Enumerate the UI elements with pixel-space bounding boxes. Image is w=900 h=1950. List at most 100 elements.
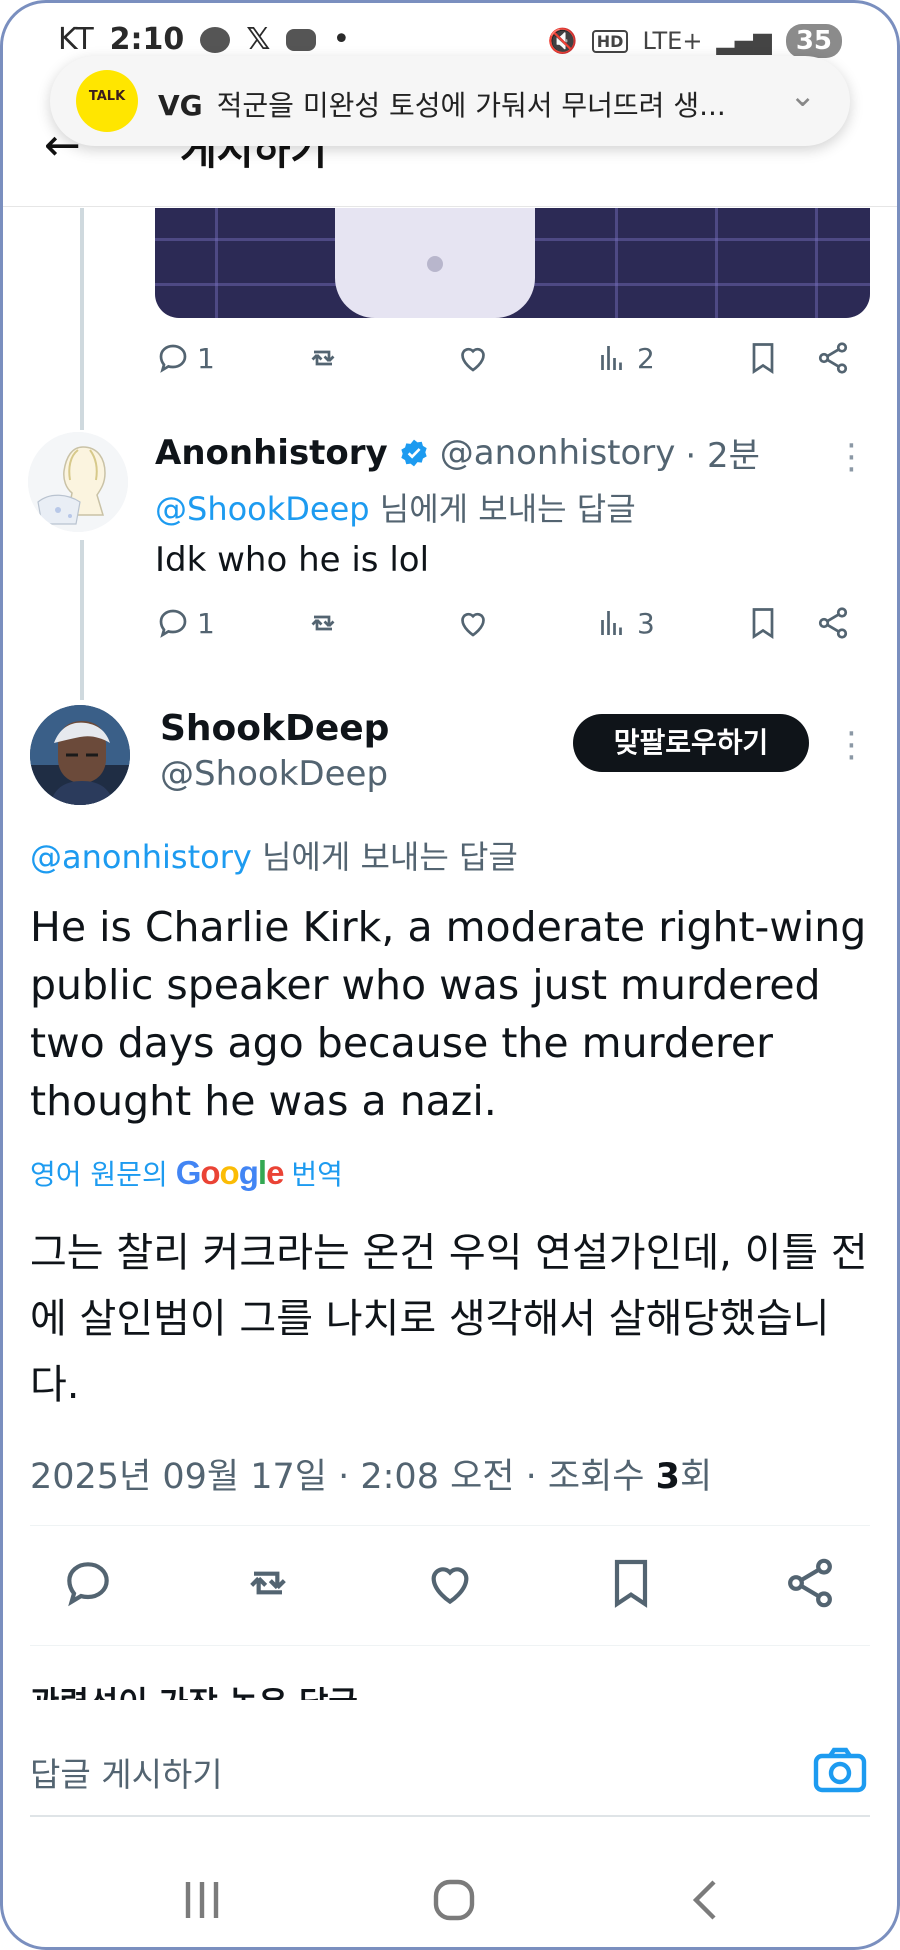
recent-apps-glyph — [185, 1882, 219, 1918]
signal-icon: ▂▄▆ — [716, 27, 772, 55]
views-icon — [601, 346, 622, 370]
author-handle: @ShookDeep — [160, 754, 389, 794]
status-left: KT 2:10 𝕏 • — [58, 22, 350, 57]
retweet-icon — [250, 1571, 286, 1595]
share-button[interactable] — [782, 1555, 838, 1611]
views-icon — [601, 611, 622, 635]
home-icon[interactable] — [424, 1870, 484, 1930]
reply-to-suffix: 님에게 보내는 답글 — [379, 490, 636, 528]
dot-icon: • — [332, 22, 351, 57]
like-button[interactable] — [455, 605, 491, 641]
bookmark-button[interactable] — [745, 340, 781, 376]
google-logo: Google — [175, 1154, 285, 1191]
thread-line — [80, 540, 84, 700]
camera-icon-glyph — [813, 1747, 867, 1793]
tweet-date: 2025년 09월 17일 · 2:08 오전 · 조회수 — [30, 1457, 645, 1497]
share-icon — [818, 607, 848, 639]
more-options-icon[interactable]: · · · — [846, 717, 857, 775]
reply-to-mention[interactable]: @ShookDeep — [155, 490, 370, 528]
bookmark-button[interactable] — [745, 605, 781, 641]
follow-back-button[interactable]: 맞팔로우하기 — [573, 714, 809, 772]
heart-icon — [431, 1567, 469, 1605]
reply-icon — [159, 609, 187, 638]
views-count: 3 — [637, 606, 655, 640]
views-button[interactable]: 3 — [595, 605, 655, 641]
reply-to-line: @anonhistory 님에게 보내는 답글 — [30, 832, 518, 878]
divider — [30, 1525, 870, 1526]
reply-to-suffix: 님에게 보내는 답글 — [261, 838, 518, 876]
bookmark-icon — [752, 608, 774, 640]
tweet-metadata: 2025년 09월 17일 · 2:08 오전 · 조회수 3회 — [30, 1448, 712, 1499]
view-unit: 회 — [679, 1457, 713, 1497]
like-button[interactable] — [455, 340, 491, 376]
retweet-button[interactable] — [240, 1555, 296, 1611]
recent-apps-icon[interactable] — [172, 1870, 232, 1930]
share-button[interactable] — [815, 605, 851, 641]
discord-status-icon — [286, 28, 317, 51]
reply-button[interactable] — [60, 1555, 116, 1611]
reply-input[interactable]: 답글 게시하기 — [30, 1748, 223, 1796]
reply-button[interactable]: 1 — [155, 340, 215, 376]
network-label: LTE+ — [642, 27, 703, 55]
main-tweet-actions — [30, 1555, 870, 1615]
divider — [30, 1645, 870, 1646]
retweet-icon — [311, 615, 335, 631]
notification-sender: VG — [158, 89, 203, 122]
tweet-actions: 1 3 — [155, 605, 870, 655]
back-icon[interactable] — [676, 1870, 736, 1930]
reply-count: 1 — [197, 606, 215, 640]
battery-indicator: 35 — [785, 24, 842, 58]
kakaotalk-notification[interactable]: TALK VG 적군을 미완성 토성에 가둬서 무너뜨려 생... ⌄ — [50, 56, 850, 146]
views-button[interactable]: 2 — [595, 340, 655, 376]
tweet-actions: 1 2 — [155, 340, 870, 390]
notification-text: VG 적군을 미완성 토성에 가둬서 무너뜨려 생... — [158, 84, 788, 124]
heart-icon — [461, 347, 485, 372]
translate-prefix: 영어 원문의 — [30, 1158, 168, 1191]
retweet-button[interactable] — [305, 340, 341, 376]
views-count: 2 — [637, 341, 655, 375]
reply-to-line: @ShookDeep 님에게 보내는 답글 — [155, 484, 636, 530]
shirt-shape — [335, 208, 535, 318]
home-glyph — [433, 1879, 475, 1921]
tweet-image[interactable] — [155, 208, 870, 318]
share-icon — [818, 342, 848, 374]
reply-icon — [159, 344, 187, 373]
reply-to-mention[interactable]: @anonhistory — [30, 838, 252, 876]
mute-icon: 🔇 — [547, 27, 578, 55]
more-options-icon[interactable]: · · · — [846, 429, 857, 487]
system-nav-bar — [0, 1840, 900, 1950]
kakaotalk-icon: TALK — [76, 70, 138, 132]
translation-attribution[interactable]: 영어 원문의 Google 번역 — [30, 1153, 343, 1193]
kakaotalk-icon-label: TALK — [88, 89, 126, 104]
anime-avatar-sketch — [28, 432, 128, 532]
heart-icon — [461, 612, 485, 637]
reply-tweet-text: Idk who he is lol — [155, 540, 430, 580]
author-name[interactable]: ShookDeep — [160, 708, 389, 749]
view-count: 3 — [655, 1457, 680, 1497]
chevron-down-icon[interactable]: ⌄ — [789, 76, 816, 114]
camera-icon[interactable] — [812, 1744, 868, 1796]
tweet-text: He is Charlie Kirk, a moderate right-win… — [30, 903, 867, 1125]
translate-suffix: 번역 — [291, 1158, 343, 1191]
reply-tweet-header: Anonhistory @anonhistory · 2분 — [155, 428, 760, 477]
bookmark-icon — [752, 343, 774, 375]
bookmark-icon — [614, 1559, 648, 1608]
reply-author-handle: @anonhistory — [439, 432, 676, 473]
talk-status-icon — [200, 26, 231, 53]
thread-line — [80, 208, 84, 430]
reply-icon — [67, 1562, 109, 1607]
reply-author-name[interactable]: Anonhistory — [155, 433, 388, 473]
avatar[interactable] — [30, 705, 130, 805]
reply-count: 1 — [197, 341, 215, 375]
bookmark-button[interactable] — [603, 1555, 659, 1611]
reply-button[interactable]: 1 — [155, 605, 215, 641]
retweet-button[interactable] — [305, 605, 341, 641]
translated-text: 그는 찰리 커크라는 온건 우익 연설가인데, 이틀 전에 살인범이 그를 나치… — [30, 1230, 868, 1408]
share-button[interactable] — [815, 340, 851, 376]
like-button[interactable] — [422, 1555, 478, 1611]
character-avatar — [30, 705, 130, 805]
back-glyph — [692, 1880, 716, 1920]
avatar[interactable] — [28, 432, 128, 532]
reply-time: · 2분 — [685, 436, 760, 476]
related-replies-sort[interactable]: 관련성이 가장 높은 답글 ⌄ — [30, 1678, 396, 1700]
